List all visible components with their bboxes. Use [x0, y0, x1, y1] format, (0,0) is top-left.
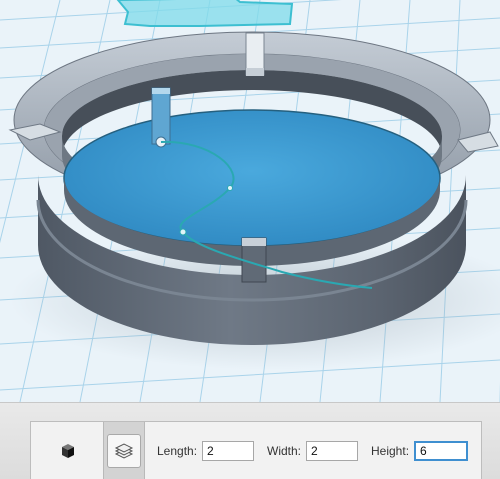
water-surface — [64, 110, 440, 246]
height-label: Height: — [371, 444, 410, 458]
length-field-group: Length: — [157, 441, 255, 461]
shape-toolbar: Length: Width: Height: — [30, 421, 482, 479]
bottom-bar: Length: Width: Height: — [0, 402, 500, 479]
3d-viewport[interactable] — [0, 0, 500, 402]
width-input[interactable] — [306, 441, 359, 461]
length-label: Length: — [157, 444, 198, 458]
length-input[interactable] — [202, 441, 255, 461]
cube-icon — [62, 443, 74, 458]
post — [151, 87, 171, 145]
layers-tool-button[interactable] — [103, 422, 145, 479]
height-input[interactable] — [414, 441, 469, 461]
layers-icon — [114, 442, 134, 459]
width-label: Width: — [267, 444, 302, 458]
height-field-group: Height: — [371, 441, 469, 461]
width-field-group: Width: — [267, 441, 359, 461]
selected-shape — [116, 0, 294, 27]
solid-tool-button[interactable] — [47, 422, 89, 479]
